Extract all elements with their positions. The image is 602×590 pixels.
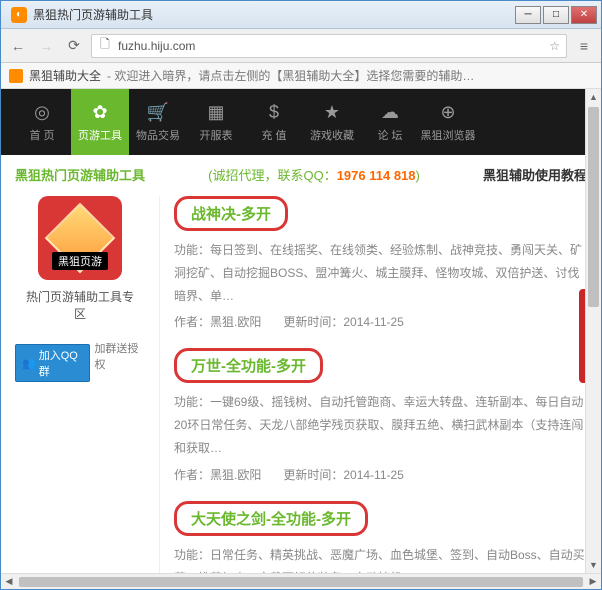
item-title-link[interactable]: 战神决-多开 (174, 196, 288, 231)
item-desc: 功能：每日签到、在线摇奖、在线领类、经验炼制、战神竞技、勇闯天关、矿洞挖矿、自动… (174, 239, 587, 307)
item-date: 更新时间：2014-11-25 (283, 315, 404, 329)
nav-icon: 🛒 (147, 101, 169, 123)
scroll-thumb[interactable] (588, 107, 599, 307)
nav-label: 黑狙浏览器 (421, 127, 476, 143)
nav-label: 物品交易 (136, 127, 180, 143)
bookmark-label[interactable]: 黑狙辅助大全 (29, 67, 101, 84)
back-button[interactable]: ← (7, 35, 29, 57)
vertical-scrollbar[interactable]: ▲ ▼ (585, 89, 601, 573)
minimize-button[interactable]: ─ (515, 6, 541, 24)
qq-icon: 👥 (22, 357, 36, 370)
scroll-down-arrow[interactable]: ▼ (586, 557, 601, 573)
item-date: 更新时间：2014-11-25 (283, 468, 404, 482)
nav-icon: $ (263, 101, 285, 123)
nav-icon: ✿ (89, 101, 111, 123)
nav-icon: ☁ (379, 101, 401, 123)
favicon-icon: ◐ (11, 7, 27, 23)
bookmark-star-icon[interactable]: ☆ (549, 39, 560, 53)
tutorial-link[interactable]: 黑狙辅助使用教程 (483, 165, 587, 184)
browser-window: ◐ 黑狙热门页游辅助工具 ─ □ ✕ ← → ⟳ 🗋 fuzhu.hiju.co… (0, 0, 602, 590)
item-author: 作者：黑狙.欧阳 (174, 468, 261, 482)
item-desc: 功能：一键69级、摇钱树、自动托管跑商、幸运大转盘、连斩副本、每日自动20环日常… (174, 391, 587, 459)
horizontal-scrollbar[interactable]: ◀ ▶ (1, 573, 601, 589)
nav-icon: ▦ (205, 101, 227, 123)
url-text: fuzhu.hiju.com (118, 39, 195, 53)
nav-item-7[interactable]: ⊕ 黑狙浏览器 (419, 89, 477, 155)
item-meta: 作者：黑狙.欧阳 更新时间：2014-11-25 (174, 313, 587, 330)
bookmark-bar: 黑狙辅助大全 - 欢迎进入暗界，请点击左侧的【黑狙辅助大全】选择您需要的辅助… (1, 63, 601, 89)
address-bar[interactable]: 🗋 fuzhu.hiju.com ☆ (91, 34, 567, 58)
menu-button[interactable]: ≡ (573, 35, 595, 57)
nav-label: 首 页 (29, 127, 54, 143)
nav-icon: ◎ (31, 101, 53, 123)
top-nav: ◎ 首 页 ✿ 页游工具 🛒 物品交易 ▦ 开服表 $ 充 值 ★ 游戏收藏 ☁ 论 坛 ⊕ 黑狙浏览器 (1, 89, 601, 155)
tool-item: 万世-全功能-多开功能：一键69级、摇钱树、自动托管跑商、幸运大转盘、连斩副本、… (174, 348, 587, 482)
bookmark-favicon-icon (9, 69, 23, 83)
bookmark-welcome-text: - 欢迎进入暗界，请点击左侧的【黑狙辅助大全】选择您需要的辅助… (107, 67, 474, 84)
page-content: ◎ 首 页 ✿ 页游工具 🛒 物品交易 ▦ 开服表 $ 充 值 ★ 游戏收藏 ☁ 论 坛 ⊕ 黑狙浏览器 黑狙… (1, 89, 601, 573)
nav-label: 论 坛 (377, 127, 402, 143)
tool-item: 战神决-多开功能：每日签到、在线摇奖、在线领类、经验炼制、战神竞技、勇闯天关、矿… (174, 196, 587, 330)
item-desc: 功能：日常任务、精英挑战、恶魔广场、血色城堡、签到、自动Boss、自动买药、推荐… (174, 544, 587, 573)
nav-label: 页游工具 (78, 127, 122, 143)
hscroll-left-arrow[interactable]: ◀ (1, 576, 17, 587)
tool-list: 战神决-多开功能：每日签到、在线摇奖、在线领类、经验炼制、战神竞技、勇闯天关、矿… (159, 196, 587, 573)
nav-item-6[interactable]: ☁ 论 坛 (361, 89, 419, 155)
nav-label: 开服表 (200, 127, 233, 143)
scroll-up-arrow[interactable]: ▲ (586, 89, 601, 105)
item-author: 作者：黑狙.欧阳 (174, 315, 261, 329)
page-icon: 🗋 (98, 39, 112, 53)
window-title: 黑狙热门页游辅助工具 (33, 6, 515, 23)
tool-item: 大天使之剑-全功能-多开功能：日常任务、精英挑战、恶魔广场、血色城堡、签到、自动… (174, 501, 587, 573)
sidebar-logo[interactable]: 黑狙页游 (38, 196, 122, 280)
brand-text: 黑狙热门页游辅助工具 (15, 165, 145, 184)
nav-label: 游戏收藏 (310, 127, 354, 143)
nav-icon: ⊕ (437, 101, 459, 123)
close-button[interactable]: ✕ (571, 6, 597, 24)
nav-item-4[interactable]: $ 充 值 (245, 89, 303, 155)
reload-button[interactable]: ⟳ (63, 35, 85, 57)
window-titlebar: ◐ 黑狙热门页游辅助工具 ─ □ ✕ (1, 1, 601, 29)
nav-item-0[interactable]: ◎ 首 页 (13, 89, 71, 155)
item-meta: 作者：黑狙.欧阳 更新时间：2014-11-25 (174, 466, 587, 483)
contact-qq: 1976 114 818 (337, 168, 416, 183)
sidebar-logo-text: 黑狙页游 (52, 252, 108, 270)
info-bar: 黑狙热门页游辅助工具 (诚招代理，联系QQ：1976 114 818) 黑狙辅助… (1, 155, 601, 190)
nav-label: 充 值 (261, 127, 286, 143)
item-title-link[interactable]: 大天使之剑-全功能-多开 (174, 501, 368, 536)
main-area: 黑狙页游 热门页游辅助工具专区 👥 加入QQ群 加群送授权 战神决-多开功能：每… (1, 190, 601, 573)
forward-button[interactable]: → (35, 35, 57, 57)
nav-item-3[interactable]: ▦ 开服表 (187, 89, 245, 155)
join-qq-button[interactable]: 👥 加入QQ群 (15, 344, 90, 382)
nav-icon: ★ (321, 101, 343, 123)
browser-toolbar: ← → ⟳ 🗋 fuzhu.hiju.com ☆ ≡ (1, 29, 601, 63)
nav-item-5[interactable]: ★ 游戏收藏 (303, 89, 361, 155)
nav-item-1[interactable]: ✿ 页游工具 (71, 89, 129, 155)
sidebar-label: 热门页游辅助工具专区 (25, 288, 135, 322)
sidebar: 黑狙页游 热门页游辅助工具专区 👥 加入QQ群 加群送授权 (15, 196, 145, 573)
item-title-link[interactable]: 万世-全功能-多开 (174, 348, 323, 383)
maximize-button[interactable]: □ (543, 6, 569, 24)
qq-auth-text: 加群送授权 (94, 340, 145, 372)
contact-text: (诚招代理，联系QQ：1976 114 818) (157, 165, 471, 184)
hscroll-thumb[interactable] (19, 577, 583, 587)
hscroll-right-arrow[interactable]: ▶ (585, 576, 601, 587)
nav-item-2[interactable]: 🛒 物品交易 (129, 89, 187, 155)
